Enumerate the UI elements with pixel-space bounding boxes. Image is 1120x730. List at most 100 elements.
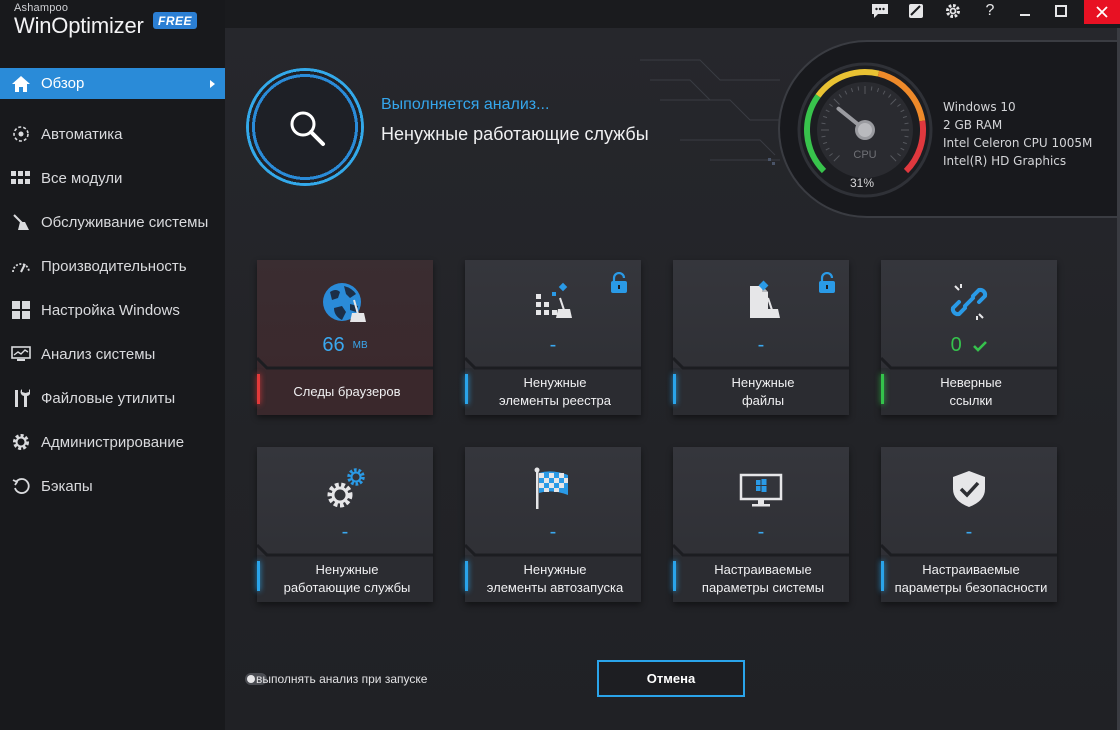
sidebar-item-label: Бэкапы [41,477,93,495]
sidebar-item-automation[interactable]: Автоматика [0,112,225,156]
tile-value-number: 0 [950,334,962,356]
ram-info: 2 GB RAM [943,118,1003,132]
tile-label: Ненужные элементы автозапуска [486,561,624,595]
tile-accent-bar [257,374,260,404]
tile-accent-bar [465,561,468,591]
tile-separator [465,356,641,370]
circuit-decoration [640,59,790,165]
gear-icon [10,432,32,452]
sidebar: Ashampoo WinOptimizer FREE Обзор Автомат… [0,0,225,730]
sidebar-item-performance[interactable]: Производительность [0,244,225,288]
sidebar-item-windows-settings[interactable]: Настройка Windows [0,288,225,332]
maximize-icon[interactable] [1046,0,1076,22]
tile-separator [673,543,849,557]
tile-services[interactable]: - Ненужные работающие службы [257,447,433,602]
sidebar-item-label: Анализ системы [41,345,156,363]
tile-junk-files[interactable]: - Ненужные файлы [673,260,849,415]
tile-label: Следы браузеров [293,383,401,399]
tile-value: - [965,521,973,543]
cpu-info: Intel Celeron CPU 1005M [943,136,1093,150]
cpu-percent: 31% [850,176,875,190]
check-icon [973,340,988,352]
magnifier-icon [290,111,325,146]
broken-link-icon [881,280,1057,324]
sidebar-item-backups[interactable]: Бэкапы [0,464,225,508]
grid-icon [10,168,32,188]
tile-separator [465,543,641,557]
sidebar-item-system-analysis[interactable]: Анализ системы [0,332,225,376]
registry-broom-icon [465,280,641,324]
skin-icon[interactable] [901,0,931,22]
sidebar-item-label: Производительность [41,257,187,275]
windows-icon [10,300,32,320]
services-gears-icon [257,467,433,511]
minimize-icon[interactable] [1010,0,1040,22]
tile-separator [881,356,1057,370]
tile-separator [257,543,433,557]
sidebar-item-label: Все модули [41,169,123,187]
globe-broom-icon [257,280,433,324]
tile-value: - [757,521,765,543]
app-name: WinOptimizer [14,13,144,38]
tile-accent-bar [673,561,676,591]
os-info: Windows 10 [943,100,1016,114]
gauge-tick [821,135,826,138]
tile-autostart[interactable]: - Ненужные элементы автозапуска [465,447,641,602]
close-icon[interactable] [1084,0,1120,24]
sidebar-item-administration[interactable]: Администрирование [0,420,225,464]
sidebar-item-label: Настройка Windows [41,301,180,319]
edition-badge: FREE [153,12,198,29]
backup-icon [10,476,32,496]
tile-security-settings[interactable]: - Настраиваемые параметры безопасности [881,447,1057,602]
tile-accent-bar [673,374,676,404]
scan-status: Выполняется анализ... [381,96,550,113]
tile-registry[interactable]: - Ненужные элементы реестра [465,260,641,415]
tile-separator [673,356,849,370]
tile-value: 0 [881,334,1057,357]
tile-label: Ненужные работающие службы [283,561,411,595]
feedback-icon[interactable] [865,0,895,22]
tile-accent-bar [881,561,884,591]
tile-label: Ненужные файлы [731,374,795,408]
sidebar-item-overview[interactable]: Обзор [0,68,225,99]
tile-value-unit: MB [352,340,368,352]
tile-broken-links[interactable]: 0 Неверные ссылки [881,260,1057,415]
tile-system-settings[interactable]: - Настраиваемые параметры системы [673,447,849,602]
cancel-button[interactable]: Отмена [597,660,745,697]
settings-gear-icon[interactable] [938,0,968,22]
tile-browser-traces[interactable]: 66 MB Следы браузеров [257,260,433,415]
shield-check-icon [881,467,1057,511]
file-broom-icon [673,280,849,324]
sidebar-item-label: Обзор [41,75,85,92]
sidebar-nav: Обзор Автоматика Все модули Обслуживание… [0,68,225,508]
sidebar-item-label: Автоматика [41,125,123,143]
help-icon[interactable]: ? [975,0,1005,22]
tile-separator [881,543,1057,557]
sidebar-item-label: Администрирование [41,433,185,451]
sidebar-item-label: Обслуживание системы [41,213,209,231]
tile-value: - [549,521,557,543]
tile-value: - [549,334,557,356]
automation-icon [10,124,32,144]
speedometer-icon [10,256,32,276]
gauge-tick [857,86,860,91]
tile-label: Настраиваемые параметры безопасности [894,561,1048,595]
tile-accent-bar [257,561,260,591]
home-icon [10,74,32,94]
system-info: Windows 10 2 GB RAM Intel Celeron CPU 10… [943,98,1092,170]
tools-icon [10,388,32,408]
sidebar-item-label: Файловые утилиты [41,389,176,407]
gauge-tick [904,135,909,138]
tile-separator [257,356,433,370]
scan-current-item: Ненужные работающие службы [381,124,649,144]
sidebar-item-maintenance[interactable]: Обслуживание системы [0,200,225,244]
tile-accent-bar [465,374,468,404]
sidebar-item-all-modules[interactable]: Все модули [0,156,225,200]
gauge-tick [904,122,909,125]
app-logo: Ashampoo WinOptimizer [14,2,144,39]
broom-icon [10,212,32,232]
tile-value: - [341,521,349,543]
tile-label: Ненужные элементы реестра [498,374,612,408]
windows-monitor-icon [673,467,849,511]
sidebar-item-file-tools[interactable]: Файловые утилиты [0,376,225,420]
